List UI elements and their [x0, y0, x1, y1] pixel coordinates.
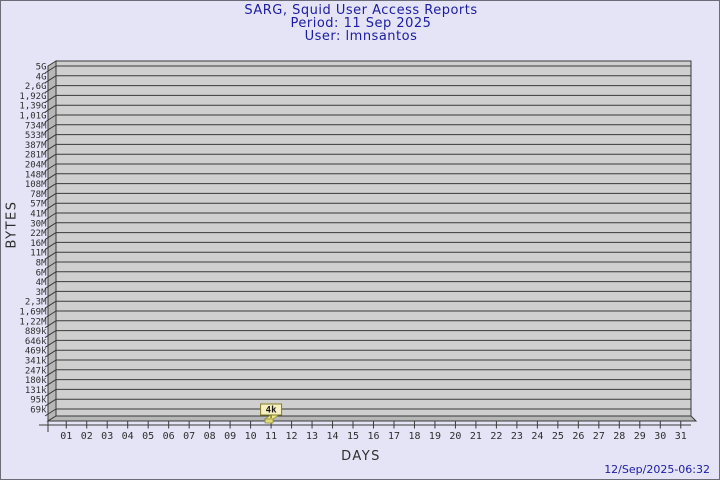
x-tick-label: 15	[347, 431, 359, 442]
y-tick-label: 1,39G	[19, 102, 46, 112]
bar-front-day-11	[265, 419, 273, 423]
plot-area	[56, 61, 691, 416]
x-tick-label: 23	[511, 431, 523, 442]
y-tick-label: 469k	[25, 347, 47, 357]
y-tick-label: 2,6G	[25, 82, 47, 92]
y-tick-label: 1,22M	[19, 317, 47, 327]
y-tick-label: 341k	[25, 357, 47, 367]
y-tick-label: 78M	[30, 190, 47, 200]
y-tick-label: 734M	[25, 121, 47, 131]
generated-timestamp: 12/Sep/2025-06:32	[604, 463, 710, 476]
x-tick-label: 17	[388, 431, 400, 442]
y-tick-label: 1,69M	[19, 308, 47, 318]
bar-value-label: 4k	[266, 406, 277, 416]
x-tick-label: 19	[429, 431, 441, 442]
sarg-report-window: SARG, Squid User Access Reports Period: …	[0, 0, 720, 480]
x-tick-label: 01	[60, 431, 72, 442]
y-tick-label: 247k	[25, 366, 47, 376]
chart-canvas: 5G4G2,6G1,92G1,39G1,01G734M533M387M281M2…	[1, 1, 720, 480]
y-tick-label: 41M	[30, 210, 47, 220]
y-tick-label: 8M	[36, 259, 47, 269]
x-tick-label: 02	[81, 431, 93, 442]
y-tick-label: 4G	[36, 72, 47, 82]
x-tick-label: 05	[142, 431, 154, 442]
y-tick-label: 11M	[30, 249, 47, 259]
y-tick-label: 108M	[25, 180, 47, 190]
x-tick-label: 25	[552, 431, 564, 442]
y-tick-label: 30M	[30, 219, 47, 229]
x-tick-label: 13	[306, 431, 318, 442]
y-tick-label: 1,01G	[19, 112, 46, 122]
x-tick-label: 31	[675, 431, 687, 442]
plot-left-wall	[48, 61, 56, 421]
y-tick-label: 1,92G	[19, 92, 46, 102]
x-tick-label: 11	[265, 431, 277, 442]
y-tick-label: 180k	[25, 376, 47, 386]
y-tick-label: 204M	[25, 161, 47, 171]
x-tick-label: 09	[224, 431, 236, 442]
x-tick-label: 27	[593, 431, 605, 442]
y-tick-label: 533M	[25, 131, 47, 141]
x-tick-label: 21	[470, 431, 482, 442]
plot-floor	[48, 416, 696, 421]
x-tick-label: 07	[183, 431, 195, 442]
x-tick-label: 14	[327, 431, 339, 442]
x-tick-label: 10	[245, 431, 257, 442]
x-tick-label: 29	[634, 431, 646, 442]
y-tick-label: 5G	[36, 63, 47, 73]
y-tick-label: 4M	[36, 278, 47, 288]
x-tick-label: 08	[204, 431, 216, 442]
x-tick-label: 30	[654, 431, 666, 442]
y-tick-label: 95k	[30, 396, 47, 406]
y-tick-label: 6M	[36, 268, 47, 278]
x-tick-label: 22	[490, 431, 502, 442]
y-tick-label: 3M	[36, 288, 47, 298]
y-tick-label: 69k	[30, 406, 47, 416]
y-tick-label: 148M	[25, 170, 47, 180]
y-tick-label: 131k	[25, 386, 47, 396]
x-axis-title: DAYS	[311, 449, 411, 464]
y-tick-label: 387M	[25, 141, 47, 151]
x-tick-label: 18	[408, 431, 420, 442]
y-tick-label: 22M	[30, 229, 47, 239]
x-tick-label: 24	[531, 431, 543, 442]
y-tick-label: 57M	[30, 200, 47, 210]
y-tick-label: 281M	[25, 151, 47, 161]
x-tick-label: 12	[286, 431, 298, 442]
x-tick-label: 26	[572, 431, 584, 442]
x-tick-label: 06	[163, 431, 175, 442]
x-tick-label: 04	[122, 431, 134, 442]
y-tick-label: 2,3M	[25, 298, 47, 308]
y-tick-label: 646k	[25, 337, 47, 347]
x-tick-label: 16	[367, 431, 379, 442]
x-tick-label: 20	[449, 431, 461, 442]
y-tick-label: 889k	[25, 327, 47, 337]
x-tick-label: 03	[101, 431, 113, 442]
y-tick-label: 16M	[30, 239, 47, 249]
x-tick-label: 28	[613, 431, 625, 442]
